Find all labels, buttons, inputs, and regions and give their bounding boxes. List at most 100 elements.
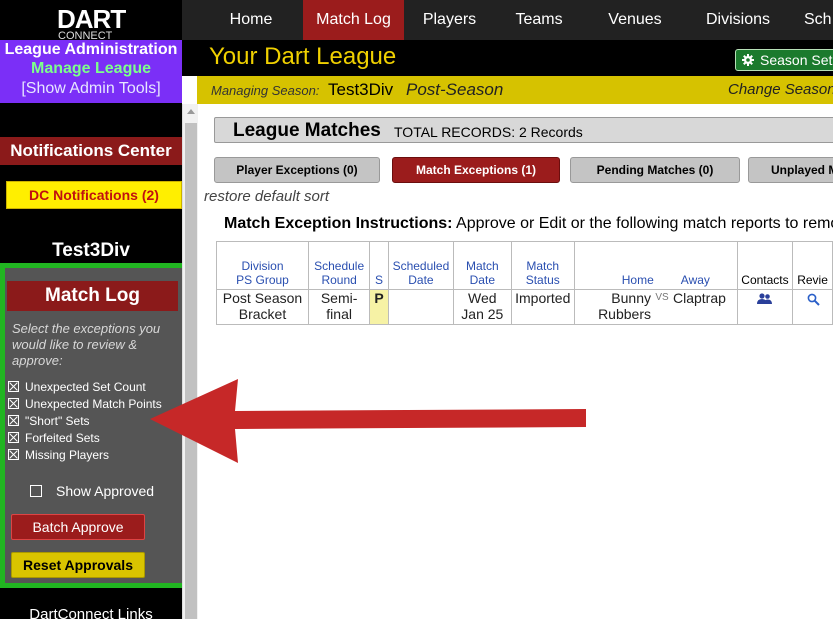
cell-line: Rubbers — [598, 306, 651, 322]
cell-line: final — [326, 306, 352, 322]
col-scheduled-date[interactable]: Scheduled Date — [387, 241, 455, 290]
league-admin-box: League Administration Manage League [Sho… — [0, 40, 182, 103]
header-line: Scheduled — [392, 259, 450, 273]
nav-players[interactable]: Players — [412, 0, 487, 40]
nav-match-log[interactable]: Match Log — [303, 0, 404, 40]
col-match-status[interactable]: Match Status — [510, 241, 575, 290]
instructions-label: Match Exception Instructions: — [224, 215, 453, 232]
scrollbar-thumb[interactable] — [185, 123, 197, 619]
matches-table: Division PS Group Schedule Round S Schedul… — [216, 241, 833, 325]
league-header: Your Dart League Season Set — [182, 40, 833, 76]
cell-match-status: Imported — [510, 289, 575, 325]
col-review: Revie — [792, 241, 833, 290]
restore-default-sort-link[interactable]: restore default sort — [204, 188, 329, 206]
col-match-date[interactable]: Match Date — [453, 241, 512, 290]
people-icon[interactable] — [756, 293, 773, 305]
manage-league-link[interactable]: Manage League — [0, 59, 182, 79]
checkbox-unchecked-icon[interactable] — [30, 485, 42, 497]
checkbox-checked-icon[interactable] — [8, 415, 19, 426]
page-scrollbar[interactable] — [182, 104, 198, 619]
match-exception-instructions: Match Exception Instructions: Approve or… — [224, 214, 833, 234]
league-title: Your Dart League — [209, 43, 397, 70]
league-matches-title: League Matches — [233, 120, 381, 141]
header-line: Date — [469, 273, 495, 287]
check-unexpected-match-points[interactable]: Unexpected Match Points — [8, 396, 184, 412]
check-label: Missing Players — [25, 448, 110, 462]
cell-match-date: Wed Jan 25 — [453, 289, 512, 325]
cell-line: Jan 25 — [461, 306, 504, 322]
check-label: "Short" Sets — [25, 414, 90, 428]
col-division[interactable]: Division PS Group — [216, 241, 309, 290]
instructions-text: Approve or Edit or the following match r… — [456, 215, 833, 232]
nav-schedule[interactable]: Sch — [804, 0, 833, 40]
nav-home[interactable]: Home — [211, 0, 291, 40]
col-s[interactable]: S — [369, 241, 389, 290]
tab-pending-matches[interactable]: Pending Matches (0) — [570, 157, 740, 183]
cell-division: Post Season Bracket — [216, 289, 309, 325]
checkbox-checked-icon[interactable] — [8, 432, 19, 443]
cell-contacts — [736, 289, 794, 325]
cell-line: Bunny — [611, 290, 651, 306]
season-settings-button[interactable]: Season Set — [735, 49, 833, 71]
cell-line: Semi- — [320, 290, 358, 306]
header-line: PS Group — [236, 273, 289, 287]
batch-approve-button[interactable]: Batch Approve — [11, 514, 145, 540]
reset-approvals-button[interactable]: Reset Approvals — [11, 552, 145, 578]
left-sidebar: League Administration Manage League [Sho… — [0, 40, 188, 619]
exceptions-instructions: Select the exceptions you would like to … — [12, 321, 161, 368]
cell-line: Post Season — [222, 290, 303, 306]
managing-season-label: Managing Season: — [211, 83, 320, 98]
scroll-up-icon[interactable] — [187, 109, 195, 114]
magnifier-icon[interactable] — [807, 293, 820, 306]
managing-season-name: Test3Div — [328, 80, 394, 99]
tab-player-exceptions[interactable]: Player Exceptions (0) — [214, 157, 380, 183]
cell-teams: Bunny Rubbers VS Claptrap — [573, 289, 738, 325]
checkbox-checked-icon[interactable] — [8, 449, 19, 460]
col-schedule-round[interactable]: Schedule Round — [307, 241, 371, 290]
check-unexpected-set-count[interactable]: Unexpected Set Count — [8, 379, 184, 395]
dartconnect-logo[interactable]: DART CONNECT — [0, 0, 182, 40]
header-line: Division — [241, 259, 284, 273]
table-header-row: Division PS Group Schedule Round S Schedul… — [216, 241, 833, 290]
header-home: Home — [621, 273, 654, 287]
tab-match-exceptions[interactable]: Match Exceptions (1) — [392, 157, 560, 183]
cell-line: Bracket — [238, 306, 287, 322]
show-approved-label: Show Approved — [56, 483, 155, 499]
dartconnect-links-header[interactable]: DartConnect Links — [0, 606, 182, 619]
cell-s-badge: P — [369, 289, 389, 325]
league-matches-bar: League Matches TOTAL RECORDS: 2 Records — [214, 117, 833, 143]
cell-review — [792, 289, 833, 325]
check-short-sets[interactable]: "Short" Sets — [8, 413, 184, 429]
logo-text: DART — [57, 4, 126, 34]
managing-season-bar: Managing Season: Test3Div Post-Season Ch… — [197, 76, 833, 104]
checkbox-checked-icon[interactable] — [8, 398, 19, 409]
header-away: Away — [680, 273, 710, 287]
nav-venues[interactable]: Venues — [597, 0, 673, 40]
managing-season-status: Post-Season — [406, 80, 504, 99]
change-season-link[interactable]: Change Season — [728, 81, 833, 99]
tab-unplayed-matches[interactable]: Unplayed M — [748, 157, 833, 183]
checkbox-checked-icon[interactable] — [8, 381, 19, 392]
dc-notifications-button[interactable]: DC Notifications (2) — [6, 181, 182, 209]
header-line: Schedule — [314, 259, 365, 273]
nav-teams[interactable]: Teams — [505, 0, 573, 40]
check-forfeited-sets[interactable]: Forfeited Sets — [8, 430, 184, 446]
show-admin-tools-link[interactable]: [Show Admin Tools] — [0, 79, 182, 99]
show-approved-toggle[interactable]: Show Approved — [30, 482, 154, 500]
header-line: Status — [525, 273, 560, 287]
header-line: Round — [321, 273, 357, 287]
match-log-filter-panel: Match Log Select the exceptions you woul… — [0, 263, 188, 588]
cell-line: Wed — [468, 290, 497, 306]
away-team[interactable]: Claptrap — [673, 290, 733, 322]
table-row[interactable]: Post Season Bracket Semi-final P Wed Jan 2… — [216, 289, 833, 325]
check-missing-players[interactable]: Missing Players — [8, 447, 184, 463]
header-line: Match — [465, 259, 499, 273]
col-home-away[interactable]: Home Away — [573, 241, 738, 290]
home-team[interactable]: Bunny Rubbers — [575, 290, 651, 322]
gear-icon — [742, 54, 754, 66]
league-admin-title[interactable]: League Administration — [0, 40, 182, 59]
season-settings-label: Season Set — [760, 52, 833, 68]
nav-divisions[interactable]: Divisions — [697, 0, 779, 40]
match-log-panel-header: Match Log — [7, 281, 178, 311]
vs-label: VS — [655, 292, 669, 303]
